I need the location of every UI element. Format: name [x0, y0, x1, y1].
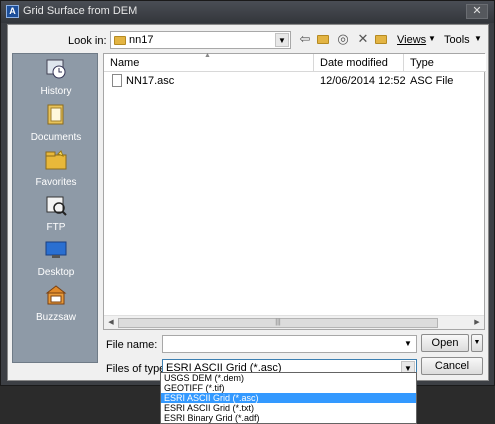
back-icon[interactable]: ⇦	[296, 30, 314, 48]
open-button-label: Open	[431, 337, 459, 349]
file-name-dropdown-icon[interactable]: ▼	[401, 337, 415, 351]
files-of-type-dropdown-list[interactable]: USGS DEM (*.dem) GEOTIFF (*.tif) ESRI AS…	[160, 372, 417, 424]
type-option[interactable]: USGS DEM (*.dem)	[161, 373, 416, 383]
scroll-right-icon[interactable]: ▶	[471, 317, 483, 329]
file-type-cell: ASC File	[410, 75, 454, 87]
documents-icon	[47, 104, 64, 125]
column-header-name[interactable]: Name ▲	[104, 52, 314, 72]
file-name-cell: NN17.asc	[126, 75, 175, 87]
place-favorites-label: Favorites	[35, 177, 77, 188]
window-title: Grid Surface from DEM	[23, 5, 138, 17]
dialog-window: A Grid Surface from DEM ✕ Look in: nn17 …	[0, 0, 495, 386]
place-desktop[interactable]: Desktop	[13, 239, 99, 278]
scroll-thumb[interactable]: |||	[118, 318, 438, 328]
horizontal-scrollbar[interactable]: ◀ ||| ▶	[104, 315, 484, 329]
look-in-value: nn17	[129, 34, 154, 46]
dialog-body: Look in: nn17 ▼ ⇦ ◎ ✕ Views ▼ Tools ▼ Hi…	[7, 24, 489, 381]
title-bar[interactable]: A Grid Surface from DEM ✕	[1, 1, 494, 23]
place-ftp[interactable]: FTP	[13, 194, 99, 233]
new-folder-icon[interactable]	[372, 30, 390, 48]
scroll-left-icon[interactable]: ◀	[105, 317, 117, 329]
views-dropdown-icon[interactable]: ▼	[428, 34, 436, 43]
file-name-input[interactable]: ▼	[162, 335, 417, 353]
place-history-label: History	[40, 86, 72, 97]
search-web-icon[interactable]: ◎	[334, 30, 352, 48]
folder-icon	[114, 35, 126, 45]
tools-dropdown-icon[interactable]: ▼	[474, 34, 482, 43]
place-documents-label: Documents	[30, 132, 82, 143]
delete-icon[interactable]: ✕	[354, 30, 372, 48]
favorites-icon	[45, 150, 67, 170]
buzzsaw-icon	[45, 285, 67, 305]
close-button[interactable]: ✕	[466, 4, 488, 19]
history-icon	[46, 59, 66, 79]
place-desktop-label: Desktop	[37, 267, 75, 278]
place-buzzsaw-label: Buzzsaw	[35, 312, 76, 323]
app-icon: A	[6, 5, 19, 18]
type-option[interactable]: ESRI ASCII Grid (*.txt)	[161, 403, 416, 413]
place-buzzsaw[interactable]: Buzzsaw	[13, 284, 99, 323]
column-header-type[interactable]: Type	[404, 54, 486, 72]
place-documents[interactable]: Documents	[13, 104, 99, 143]
open-options-button[interactable]: ▼	[471, 334, 483, 352]
chevron-down-icon[interactable]: ▼	[275, 33, 289, 47]
files-of-type-label: Files of type:	[106, 363, 169, 375]
ftp-icon	[46, 196, 67, 216]
cancel-button-label: Cancel	[434, 360, 470, 372]
look-in-combo[interactable]: nn17 ▼	[110, 31, 291, 49]
column-type-label: Type	[410, 57, 434, 69]
up-folder-icon[interactable]	[314, 30, 332, 48]
file-name-label: File name:	[106, 339, 158, 351]
sort-ascending-icon: ▲	[204, 52, 211, 59]
place-ftp-label: FTP	[46, 222, 66, 233]
tools-menu[interactable]: Tools	[444, 34, 470, 46]
desktop-icon	[45, 241, 67, 258]
file-icon	[112, 74, 122, 87]
look-in-label: Look in:	[68, 35, 107, 47]
file-list[interactable]: Name ▲ Date modified Type NN17.asc 12/06…	[103, 52, 486, 330]
column-date-label: Date modified	[320, 57, 388, 69]
type-option[interactable]: GEOTIFF (*.tif)	[161, 383, 416, 393]
type-option-selected[interactable]: ESRI ASCII Grid (*.asc)	[161, 393, 416, 403]
cancel-button[interactable]: Cancel	[421, 357, 483, 375]
type-option[interactable]: ESRI Binary Grid (*.adf)	[161, 413, 416, 423]
place-history[interactable]: History	[13, 58, 99, 97]
place-favorites[interactable]: Favorites	[13, 149, 99, 188]
views-menu[interactable]: Views	[397, 34, 426, 46]
column-name-label: Name	[110, 57, 140, 69]
file-date-cell: 12/06/2014 12:52	[320, 75, 406, 87]
places-bar: History Documents Favorites FTP Desktop …	[12, 53, 98, 363]
file-row[interactable]: NN17.asc 12/06/2014 12:52 ASC File	[104, 73, 484, 89]
column-header-date[interactable]: Date modified	[314, 54, 404, 72]
open-button[interactable]: Open	[421, 334, 469, 352]
